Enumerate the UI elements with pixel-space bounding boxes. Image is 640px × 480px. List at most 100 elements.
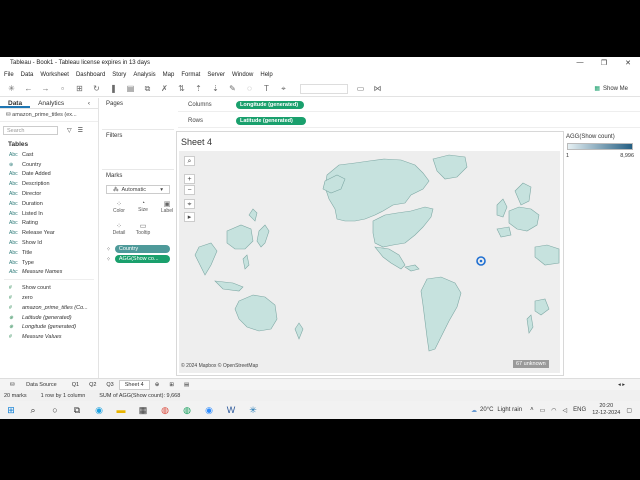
task-view-icon[interactable]: ⧉: [69, 402, 85, 418]
minimize-icon[interactable]: —: [568, 59, 592, 67]
country-cuba[interactable]: [404, 264, 420, 272]
pause-icon[interactable]: ❚: [107, 83, 120, 94]
collapse-icon[interactable]: ‹: [80, 98, 98, 108]
word-icon[interactable]: W: [223, 402, 239, 418]
menu-item-data[interactable]: Data: [21, 72, 34, 78]
pin-map-button[interactable]: ⌖: [184, 199, 195, 209]
new-sheet-tab-icon[interactable]: ⊕: [150, 382, 165, 388]
chrome-icon[interactable]: ◍: [157, 402, 173, 418]
tab-q3[interactable]: Q3: [101, 382, 118, 388]
field-description[interactable]: Abc Description: [0, 179, 98, 189]
redo-icon[interactable]: →: [39, 83, 52, 94]
field-amazon-prime-titles-co[interactable]: # amazon_prime_titles (Co...: [0, 303, 98, 313]
pages-card[interactable]: Pages: [102, 98, 174, 130]
language-indicator[interactable]: ENG: [573, 407, 586, 413]
rows-shelf[interactable]: Rows Latitude (generated): [178, 114, 640, 128]
tray-chevron-icon[interactable]: ˄: [530, 407, 534, 413]
country-indonesia[interactable]: [214, 280, 244, 292]
undo-icon[interactable]: ←: [22, 83, 35, 94]
country-brazil[interactable]: [420, 276, 462, 352]
unknown-indicator[interactable]: 67 unknown: [513, 360, 549, 368]
field-release-year[interactable]: Abc Release Year: [0, 228, 98, 238]
refresh-icon[interactable]: ↻: [90, 83, 103, 94]
presentation-icon[interactable]: ▭: [354, 83, 367, 94]
country-pill[interactable]: Country: [114, 245, 170, 253]
show-me-button[interactable]: ▦ Show Me: [594, 85, 628, 93]
field-type[interactable]: Abc Type: [0, 258, 98, 268]
country-australia[interactable]: [234, 294, 278, 332]
edge-icon[interactable]: ◉: [91, 402, 107, 418]
map-search-button[interactable]: ⌕: [184, 156, 195, 166]
battery-icon[interactable]: ▭: [540, 407, 546, 414]
file-explorer-icon[interactable]: ▬: [113, 402, 129, 418]
wifi-icon[interactable]: ◠: [551, 407, 556, 414]
field-date-added[interactable]: Abc Date Added: [0, 170, 98, 180]
field-cast[interactable]: Abc Cast: [0, 150, 98, 160]
menu-item-window[interactable]: Window: [232, 72, 253, 78]
search-input[interactable]: Search: [3, 126, 58, 135]
field-rating[interactable]: Abc Rating: [0, 219, 98, 229]
duplicate-icon[interactable]: ⧉: [141, 83, 154, 94]
view-icon[interactable]: ☰: [78, 127, 83, 134]
restore-icon[interactable]: ❐: [592, 59, 616, 67]
clock[interactable]: 20:20 12-12-2024: [592, 403, 620, 417]
columns-shelf[interactable]: Columns Longitude (generated): [178, 98, 640, 112]
tableau-taskbar-icon[interactable]: ✳: [245, 402, 261, 418]
tab-sheet-4[interactable]: Sheet 4: [118, 379, 150, 390]
menu-item-story[interactable]: Story: [112, 72, 126, 78]
field-title[interactable]: Abc Title: [0, 248, 98, 258]
highlight-icon[interactable]: ✎: [226, 83, 239, 94]
country-spain[interactable]: [496, 226, 512, 238]
menu-item-analysis[interactable]: Analysis: [133, 72, 155, 78]
chrome-profile-icon[interactable]: ◍: [179, 402, 195, 418]
country-madagascar[interactable]: [526, 314, 534, 334]
windows-start-icon[interactable]: ⊞: [3, 402, 19, 418]
country-china[interactable]: [226, 224, 254, 250]
field-director[interactable]: Abc Director: [0, 189, 98, 199]
country-north-africa[interactable]: [534, 244, 560, 266]
color-button[interactable]: ⁘ Color: [108, 199, 130, 219]
tab-data-source[interactable]: ⛁ Data Source: [0, 382, 67, 388]
field-measure-values[interactable]: # Measure Values: [0, 332, 98, 342]
country-uk[interactable]: [496, 198, 508, 218]
field-listed-in[interactable]: Abc Listed In: [0, 209, 98, 219]
zoom-icon[interactable]: ◉: [201, 402, 217, 418]
tab-q1[interactable]: Q1: [67, 382, 84, 388]
tab-data[interactable]: Data: [0, 98, 31, 108]
country-south-africa[interactable]: [534, 298, 550, 316]
labels-icon[interactable]: T: [260, 83, 273, 94]
field-show-id[interactable]: Abc Show Id: [0, 238, 98, 248]
menu-item-worksheet[interactable]: Worksheet: [40, 72, 69, 78]
country-scandinavia[interactable]: [514, 182, 532, 206]
tab-analytics[interactable]: Analytics: [30, 98, 72, 108]
pin-icon[interactable]: ⌖: [277, 83, 290, 94]
field-country[interactable]: ⊕ Country: [0, 160, 98, 170]
tableau-logo-icon[interactable]: ✳: [5, 83, 18, 94]
menu-item-server[interactable]: Server: [207, 72, 225, 78]
sort-asc-icon[interactable]: ⇡: [192, 83, 205, 94]
sort-desc-icon[interactable]: ⇣: [209, 83, 222, 94]
country-mexico[interactable]: [374, 246, 406, 270]
mark-type-dropdown[interactable]: ⁂ Automatic ▾: [106, 185, 170, 194]
field-measure-names[interactable]: Abc Measure Names: [0, 268, 98, 278]
tooltip-button[interactable]: ▭ Tooltip: [132, 221, 154, 241]
size-button[interactable]: ◔ Size: [132, 199, 154, 219]
datasource-item[interactable]: ⛁ amazon_prime_titles (ex...: [0, 109, 98, 122]
notification-icon[interactable]: ▢: [626, 407, 632, 414]
columns-pill[interactable]: Longitude (generated): [236, 100, 304, 109]
country-japan[interactable]: [256, 224, 270, 248]
new-dashboard-tab-icon[interactable]: ⊞: [164, 382, 179, 388]
close-icon[interactable]: ✕: [616, 59, 640, 67]
fit-dropdown[interactable]: [300, 83, 348, 94]
menu-item-dashboard[interactable]: Dashboard: [76, 72, 105, 78]
menu-item-help[interactable]: Help: [260, 72, 272, 78]
share-icon[interactable]: ⋈: [371, 83, 384, 94]
country-europe[interactable]: [508, 206, 540, 232]
country-usa[interactable]: [372, 206, 434, 248]
menu-item-file[interactable]: File: [4, 72, 14, 78]
label-button[interactable]: ▣ Label: [156, 199, 178, 219]
zoom-out-button[interactable]: −: [184, 185, 195, 195]
search-taskbar-icon[interactable]: ⌕: [25, 402, 41, 418]
filter-icon[interactable]: ▽: [67, 127, 72, 134]
rows-pill[interactable]: Latitude (generated): [236, 116, 306, 125]
